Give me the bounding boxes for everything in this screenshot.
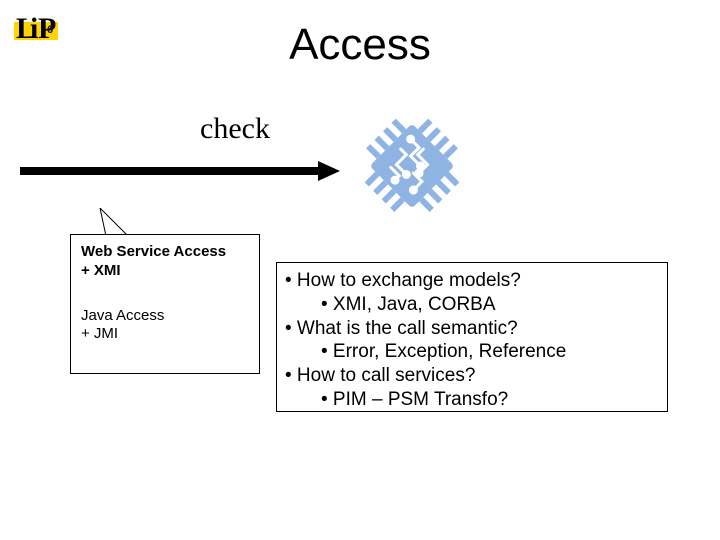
chip-icon [352, 106, 472, 231]
ws-line1: Web Service Access [81, 243, 249, 262]
q3a: • PIM – PSM Transfo? [285, 388, 659, 412]
q1a: • XMI, Java, CORBA [285, 293, 659, 317]
q2: • What is the call semantic? [285, 317, 659, 341]
arrow [20, 162, 340, 180]
questions-box: • How to exchange models? • XMI, Java, C… [276, 262, 668, 412]
q2a: • Error, Exception, Reference [285, 340, 659, 364]
arrow-head-icon [318, 161, 340, 181]
java-line1: Java Access [81, 307, 249, 326]
q3: • How to call services? [285, 364, 659, 388]
arrow-label: check [200, 112, 270, 146]
arrow-shaft [20, 167, 320, 175]
java-access-label: Java Access + JMI [81, 307, 249, 345]
ws-line2: + XMI [81, 262, 249, 281]
web-service-access-label: Web Service Access + XMI [81, 243, 249, 281]
java-line2: + JMI [81, 325, 249, 344]
slide-title: Access [0, 20, 720, 70]
q1: • How to exchange models? [285, 269, 659, 293]
access-methods-box: Web Service Access + XMI Java Access + J… [70, 234, 260, 374]
